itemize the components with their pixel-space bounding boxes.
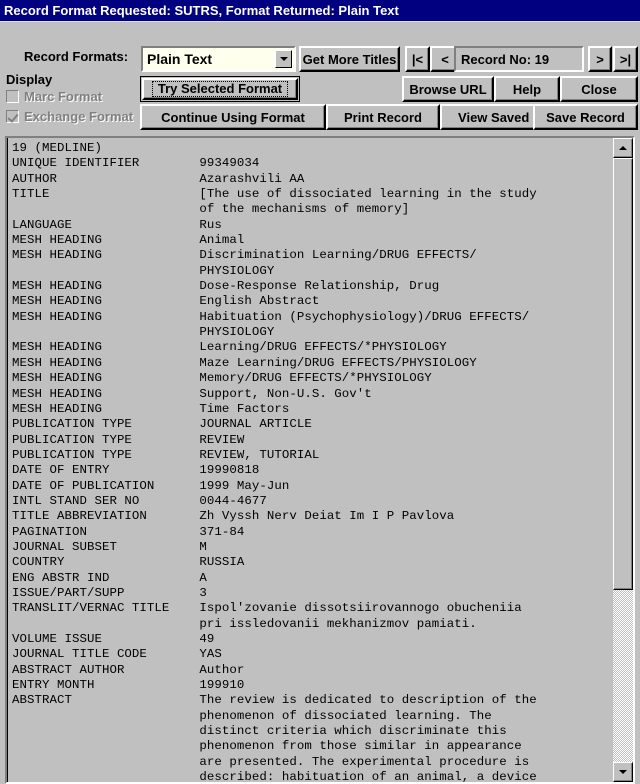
display-group-label: Display [6,72,53,87]
scrollbar-track[interactable] [613,158,633,762]
try-selected-format-label: Try Selected Format [151,81,289,97]
save-record-button[interactable]: Save Record [533,104,638,130]
help-button[interactable]: Help [494,76,560,102]
close-button[interactable]: Close [560,76,638,102]
checkbox-exchange-format[interactable]: Exchange Format [6,109,133,124]
record-format-select[interactable]: Plain Text [141,46,296,72]
record-text-area[interactable]: 19 (MEDLINE) UNIQUE IDENTIFIER 99349034 … [7,138,612,782]
toolbar: Record Formats: Plain Text Get More Titl… [0,22,640,130]
record-text-content: 19 (MEDLINE) UNIQUE IDENTIFIER 99349034 … [12,141,537,782]
print-record-button[interactable]: Print Record [326,104,440,130]
record-number-field[interactable]: Record No: 19 [454,46,584,72]
checkbox-exchange-format-label: Exchange Format [24,109,134,124]
window-body: Record Formats: Plain Text Get More Titl… [0,21,640,784]
record-format-select-value: Plain Text [147,51,213,67]
try-selected-format-button[interactable]: Try Selected Format [140,76,300,102]
scroll-up-arrow-icon[interactable] [613,138,633,158]
window-title-text: Record Format Requested: SUTRS, Format R… [4,3,399,18]
checkbox-marc-format[interactable]: Marc Format [6,89,102,104]
window-title-bar: Record Format Requested: SUTRS, Format R… [0,0,640,21]
checkbox-exchange-format-box[interactable] [6,110,19,123]
last-record-button[interactable]: >| [613,46,638,72]
browse-url-button[interactable]: Browse URL [402,76,494,102]
record-formats-label: Record Formats: [24,49,129,64]
next-record-button[interactable]: > [588,46,612,72]
vertical-scrollbar[interactable] [612,138,633,782]
first-record-button[interactable]: |< [405,46,430,72]
record-text-pane: 19 (MEDLINE) UNIQUE IDENTIFIER 99349034 … [5,136,635,784]
continue-using-format-button[interactable]: Continue Using Format [140,104,326,130]
chevron-down-icon[interactable] [275,50,292,68]
record-number-value: Record No: 19 [461,51,550,67]
checkbox-marc-format-box[interactable] [6,90,19,103]
get-more-titles-button[interactable]: Get More Titles [299,46,400,72]
checkbox-marc-format-label: Marc Format [24,89,103,104]
scroll-down-arrow-icon[interactable] [613,762,633,782]
scrollbar-thumb[interactable] [613,158,633,590]
